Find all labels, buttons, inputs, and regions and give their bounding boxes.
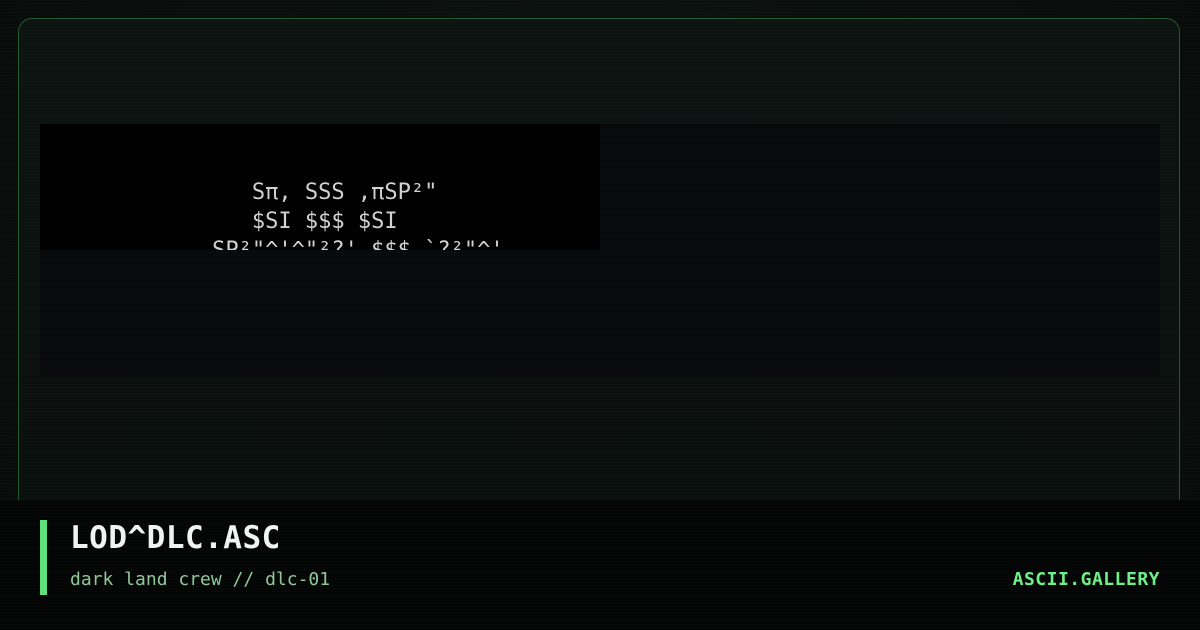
- ascii-art-line-3: _SP²"^'^"²?' $$$ `?²"^': [40, 236, 600, 250]
- og-card: Sπ, SSS ,πSP²" $SI $$$ $SI _SP²"^'^"²?' …: [0, 0, 1200, 630]
- ascii-art-line-1: Sπ, SSS ,πSP²": [40, 180, 438, 205]
- ascii-art-canvas: Sπ, SSS ,πSP²" $SI $$$ $SI _SP²"^'^"²?' …: [40, 124, 600, 250]
- ascii-art-line-2: $SI $$$ $SI: [40, 209, 398, 234]
- file-title: LOD^DLC.ASC: [70, 520, 281, 556]
- accent-bar: [40, 520, 47, 595]
- site-brand[interactable]: ASCII.GALLERY: [1013, 569, 1160, 590]
- file-subtitle: dark land crew // dlc-01: [70, 569, 331, 590]
